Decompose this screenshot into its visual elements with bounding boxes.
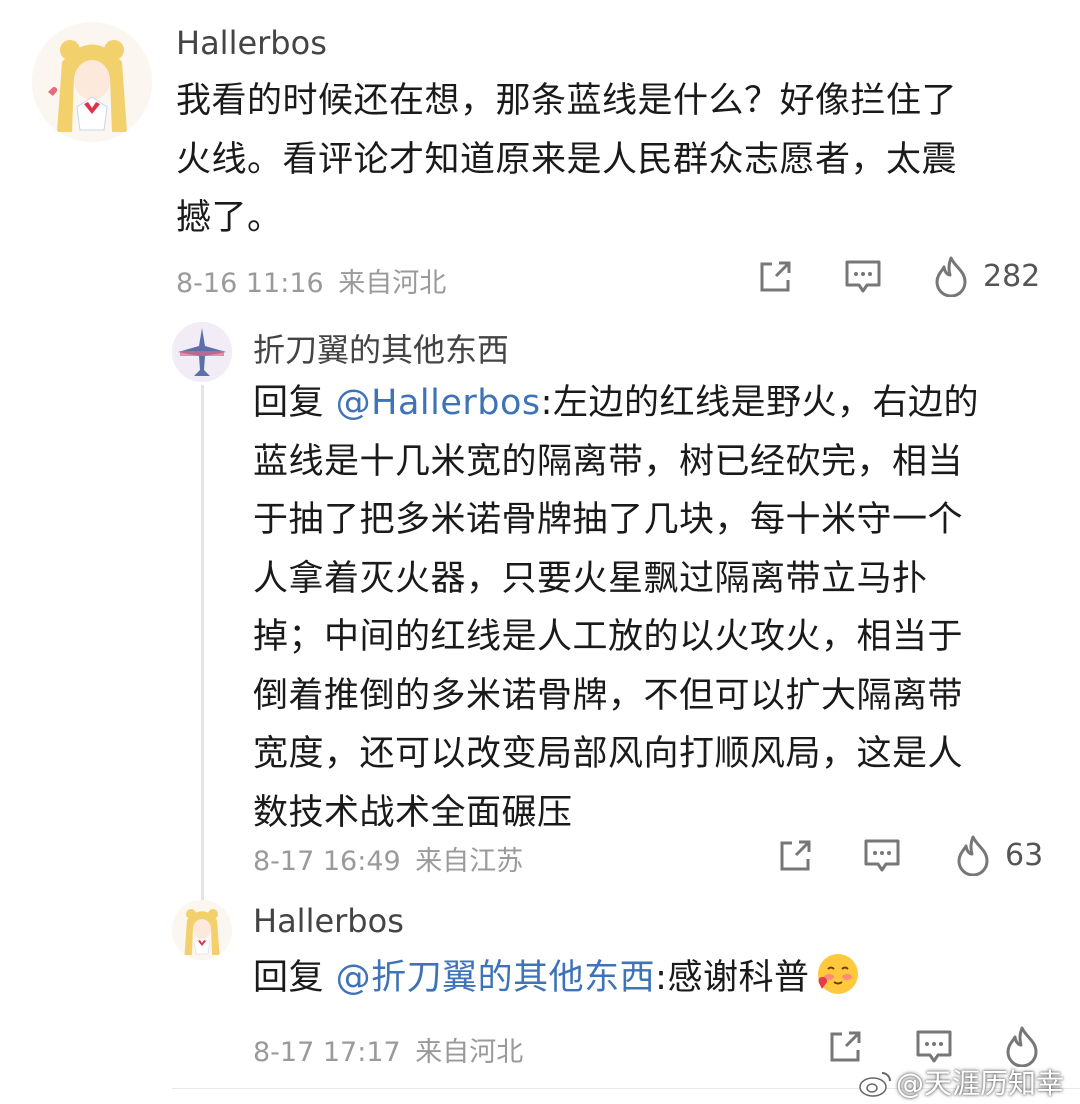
- avatar[interactable]: [172, 900, 232, 960]
- like-button[interactable]: [1004, 1025, 1040, 1067]
- reply-line: 倒着推倒的多米诺骨牌，不但可以扩大隔离带: [253, 675, 964, 716]
- reply-text-rest: :感谢科普: [655, 958, 810, 998]
- comment-time: 8-16 11:16: [176, 268, 324, 299]
- reply-line: 宽度，还可以改变局部风向打顺风局，这是人: [253, 734, 964, 774]
- flame-like-icon: [957, 835, 989, 876]
- comment-button[interactable]: [862, 837, 902, 875]
- reply-line: 数技术战术全面碾压: [253, 792, 573, 833]
- flame-like-icon: [1006, 1026, 1038, 1067]
- comment-button[interactable]: [843, 258, 883, 296]
- share-icon: [780, 840, 811, 871]
- reply-first-line: 回复 @折刀翼的其他东西:感谢科普: [253, 949, 861, 1016]
- reply-location: 来自河北: [415, 1037, 524, 1068]
- reply-line: 蓝线是十几米宽的隔离带，树已经砍完，相当: [253, 441, 964, 482]
- reply-text: 回复 @Hallerbos:左边的红线是野火，右边的 蓝线是十几米宽的隔离带，树…: [253, 374, 979, 842]
- reply-line: 掉；中间的红线是人工放的以火攻火，相当于: [253, 617, 964, 657]
- reply-line: 人拿着灭火器，只要火星飘过隔离带立马扑: [253, 558, 928, 599]
- reply-meta: 8-17 17:17 来自河北: [253, 1030, 523, 1069]
- share-button[interactable]: [776, 837, 814, 875]
- share-button[interactable]: [826, 1028, 864, 1066]
- reply-first-line: 回复 @Hallerbos:左边的红线是野火，右边的: [253, 374, 979, 433]
- reply-line: 于抽了把多米诺骨牌抽了几块，每十米守一个: [253, 500, 964, 540]
- like-count: 282: [983, 258, 1041, 294]
- comment-icon: [845, 260, 881, 293]
- reply-prefix: 回复: [253, 383, 336, 423]
- reply-time: 8-17 17:17: [253, 1037, 401, 1068]
- weibo-logo-icon: [858, 1069, 892, 1104]
- comment-button[interactable]: [914, 1028, 954, 1066]
- blush-heart-emoji-icon: [815, 951, 861, 1016]
- avatar[interactable]: [172, 322, 232, 382]
- comment-location: 来自河北: [338, 268, 447, 299]
- reply-text-rest: :左边的红线是野火，右边的: [540, 383, 979, 423]
- reply-prefix: 回复: [253, 958, 336, 998]
- like-button[interactable]: 282: [933, 255, 1040, 297]
- mention-link[interactable]: @折刀翼的其他东西: [336, 958, 656, 998]
- comment-line: 我看的时候还在想，那条蓝线是什么？好像拦住了: [176, 81, 958, 121]
- reply-location: 来自江苏: [415, 846, 524, 877]
- watermark: @天涯历知幸: [858, 1062, 1064, 1104]
- comment-line: 火线。看评论才知道原来是人民群众志愿者，太震: [176, 139, 958, 180]
- reply-username[interactable]: Hallerbos: [253, 902, 404, 940]
- reply-username[interactable]: 折刀翼的其他东西: [253, 325, 509, 371]
- comment-text: 我看的时候还在想，那条蓝线是什么？好像拦住了 火线。看评论才知道原来是人民群众志…: [176, 72, 957, 248]
- comment-meta: 8-16 11:16 来自河北: [176, 261, 446, 300]
- comment-line: 撼了。: [176, 198, 283, 238]
- like-button[interactable]: 63: [955, 834, 1043, 876]
- comment-username[interactable]: Hallerbos: [176, 24, 327, 62]
- reply-time: 8-17 16:49: [253, 846, 401, 877]
- sailor-avatar-icon: [172, 900, 232, 960]
- share-icon: [760, 261, 791, 292]
- share-icon: [830, 1031, 861, 1062]
- like-count: 63: [1005, 837, 1044, 873]
- watermark-text: @天涯历知幸: [896, 1067, 1065, 1100]
- avatar[interactable]: [32, 22, 152, 142]
- flame-like-icon: [935, 256, 967, 297]
- thread-line: [201, 385, 204, 910]
- sailor-avatar-icon: [32, 22, 152, 142]
- airplane-avatar-icon: [172, 322, 232, 382]
- comment-icon: [864, 839, 900, 872]
- comment-icon: [916, 1030, 952, 1063]
- share-button[interactable]: [756, 258, 794, 296]
- reply-text: 回复 @折刀翼的其他东西:感谢科普: [253, 949, 861, 1016]
- mention-link[interactable]: @Hallerbos: [336, 383, 541, 423]
- reply-meta: 8-17 16:49 来自江苏: [253, 839, 523, 878]
